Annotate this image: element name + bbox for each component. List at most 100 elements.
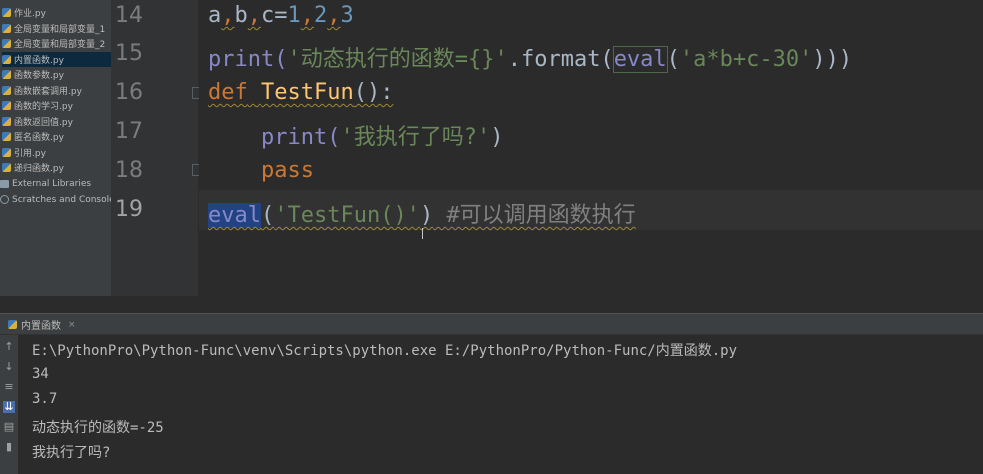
line-number: 14: [115, 3, 143, 28]
console-line: 我执行了吗?: [32, 445, 111, 461]
python-file-icon: [2, 117, 11, 126]
code-token: (: [260, 203, 275, 228]
code-token: print(: [260, 125, 341, 150]
code-token: 'TestFun()': [274, 203, 420, 228]
tree-item-file[interactable]: 作业.py: [2, 5, 111, 20]
tree-item-file[interactable]: 全局变量和局部变量_1: [2, 21, 111, 36]
run-tab-label: 内置函数: [21, 321, 61, 332]
wrap-icon[interactable]: ≡: [3, 381, 15, 393]
run-console[interactable]: E:\PythonPro\Python-Func\venv\Scripts\py…: [18, 335, 983, 474]
code-token: '动态执行的函数={}': [287, 47, 508, 72]
code-token: ,: [247, 3, 261, 28]
code-line-15: print('动态执行的函数={}'.format(eval('a*b+c-30…: [208, 41, 852, 73]
python-file-icon: [2, 148, 11, 157]
code-token: ():: [353, 80, 394, 105]
line-number: 18: [115, 158, 143, 183]
tree-item-label: 匿名函数.py: [14, 133, 64, 143]
code-token: 'a*b+c-30': [679, 47, 813, 72]
tree-item-file[interactable]: 函数返回值.py: [2, 114, 111, 129]
tree-item-file-selected[interactable]: 内置函数.py: [2, 52, 111, 67]
tree-item-label: 内置函数.py: [14, 56, 64, 66]
console-line: 3.7: [32, 391, 58, 407]
line-number: 17: [115, 119, 143, 144]
python-file-icon: [2, 39, 11, 48]
code-line-16: def TestFun():: [208, 80, 393, 105]
code-token: print(: [208, 47, 288, 72]
tree-item-label: Scratches and Consoles: [12, 194, 112, 205]
editor-bottom-strip: [0, 296, 983, 312]
code-token: 3: [340, 3, 354, 28]
print-icon[interactable]: ▤: [3, 421, 15, 433]
tree-item-label: 函数返回值.py: [14, 118, 73, 128]
code-token: b: [234, 3, 248, 28]
console-line: 34: [32, 366, 49, 382]
code-token: .format(: [507, 47, 614, 72]
code-token: ))): [812, 47, 853, 72]
code-token: eval: [612, 46, 668, 73]
trash-icon[interactable]: ▮: [3, 441, 15, 453]
library-icon: [0, 179, 9, 188]
python-file-icon: [2, 86, 11, 95]
code-token: 1: [287, 3, 301, 28]
project-tree: 作业.py 全局变量和局部变量_1 全局变量和局部变量_2 内置函数.py 函数…: [0, 0, 112, 306]
console-line: 动态执行的函数=-25: [32, 420, 164, 436]
python-file-icon: [2, 163, 11, 172]
tree-item-file[interactable]: 递归函数.py: [2, 160, 111, 175]
editor-gutter: 14 15 16 17 18 19: [111, 0, 204, 296]
code-line-18: pass: [208, 158, 314, 183]
tree-item-label: 全局变量和局部变量_2: [14, 40, 106, 50]
tree-item-file[interactable]: 匿名函数.py: [2, 129, 111, 144]
tree-item-file[interactable]: 全局变量和局部变量_2: [2, 36, 111, 51]
run-tool-window-header: 内置函数 ×: [0, 313, 983, 335]
code-line-14: a,b,c=1,2,3: [208, 3, 354, 28]
code-token: ): [419, 203, 434, 228]
code-token-selected: eval: [208, 203, 261, 228]
code-comment: #可以调用函数执行: [446, 203, 636, 228]
python-file-icon: [2, 101, 11, 110]
tree-item-file[interactable]: 函数的学习.py: [2, 98, 111, 113]
tree-item-external-libraries[interactable]: External Libraries: [0, 176, 111, 191]
tree-item-label: 递归函数.py: [14, 164, 64, 174]
tree-item-label: 全局变量和局部变量_1: [14, 25, 106, 35]
console-line-command: E:\PythonPro\Python-Func\venv\Scripts\py…: [32, 343, 738, 359]
code-token: TestFun: [261, 80, 354, 105]
close-icon[interactable]: ×: [68, 320, 76, 330]
tree-item-label: External Libraries: [12, 178, 92, 189]
code-token: def: [208, 80, 248, 105]
scratches-icon: [0, 195, 9, 204]
python-file-icon: [2, 55, 11, 64]
code-token: (: [666, 47, 680, 72]
arrow-up-icon[interactable]: ↑: [3, 341, 15, 353]
tree-item-label: 作业.py: [14, 9, 46, 19]
tree-item-file[interactable]: 引用.py: [2, 145, 111, 160]
tree-item-label: 函数的学习.py: [14, 102, 73, 112]
scroll-end-icon[interactable]: ⇊: [3, 401, 15, 413]
code-token: a: [208, 3, 222, 28]
code-editor[interactable]: a,b,c=1,2,3 print('动态执行的函数={}'.format(ev…: [199, 0, 983, 296]
python-file-icon: [2, 132, 11, 141]
tree-item-label: 引用.py: [14, 149, 46, 159]
run-tab[interactable]: 内置函数 ×: [8, 316, 76, 333]
python-file-icon: [2, 24, 11, 33]
run-toolbar: ↑ ↓ ≡ ⇊ ▤ ▮: [0, 335, 18, 474]
code-token: c=: [261, 3, 288, 28]
mouse-ibeam-icon: [422, 228, 423, 239]
tree-item-file[interactable]: 函数嵌套调用.py: [2, 83, 111, 98]
code-token: pass: [260, 158, 314, 183]
tree-item-file[interactable]: 函数参数.py: [2, 67, 111, 82]
line-number: 15: [115, 41, 143, 66]
python-file-icon: [2, 8, 11, 17]
code-token: ,: [327, 3, 341, 28]
line-number-current: 19: [115, 197, 143, 222]
tree-item-scratches[interactable]: Scratches and Consoles: [0, 192, 111, 207]
code-token: ): [490, 125, 504, 150]
tree-item-label: 函数嵌套调用.py: [14, 87, 82, 97]
arrow-down-icon[interactable]: ↓: [3, 361, 15, 373]
code-line-19: eval('TestFun()') #可以调用函数执行: [208, 197, 636, 229]
code-token: 2: [314, 3, 328, 28]
tree-item-label: 函数参数.py: [14, 71, 64, 81]
